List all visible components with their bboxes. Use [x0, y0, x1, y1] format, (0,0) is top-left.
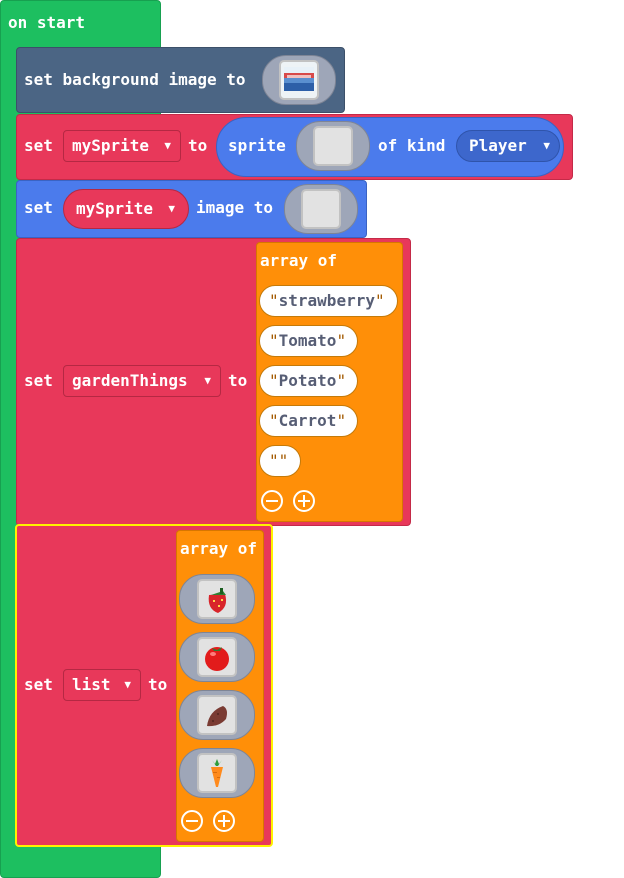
carrot-icon	[197, 753, 237, 793]
chevron-down-icon: ▼	[124, 678, 131, 691]
chevron-down-icon: ▼	[168, 202, 175, 215]
set-background-image-label: set background image to	[24, 70, 246, 89]
variable-name: list	[72, 675, 111, 694]
sprite-keyword: sprite	[228, 136, 286, 155]
string-item[interactable]: "Tomato"	[259, 325, 358, 357]
sprite-variable-dropdown[interactable]: mySprite ▼	[63, 189, 189, 229]
string-item[interactable]: "Potato"	[259, 365, 358, 397]
variable-name: mySprite	[72, 136, 150, 155]
array-of-label: array of	[180, 539, 258, 558]
kind-dropdown[interactable]: Player ▼	[456, 130, 560, 162]
string-value: Potato	[278, 371, 337, 390]
string-value: strawberry	[278, 291, 375, 310]
variable-dropdown-mysprite[interactable]: mySprite ▼	[63, 130, 181, 162]
array-of-label: array of	[260, 251, 338, 270]
string-value: Tomato	[278, 331, 337, 350]
variable-dropdown-gardenthings[interactable]: gardenThings ▼	[63, 365, 221, 397]
tomato-icon	[197, 637, 237, 677]
set-keyword: set	[24, 371, 53, 390]
set-keyword: set	[24, 675, 53, 694]
kind-value: Player	[469, 136, 527, 155]
to-keyword: to	[188, 136, 208, 155]
on-start-label: on start	[8, 13, 86, 32]
add-item-icon[interactable]	[293, 490, 315, 512]
image-thumbnail-icon	[279, 60, 319, 100]
string-item-empty[interactable]: ""	[259, 445, 301, 477]
image-item[interactable]	[179, 632, 255, 682]
background-image-picker[interactable]	[262, 55, 336, 105]
set-keyword: set	[24, 198, 53, 217]
string-value: Carrot	[278, 411, 337, 430]
image-item[interactable]	[179, 748, 255, 798]
variable-name: mySprite	[76, 199, 154, 218]
sprite-image-picker[interactable]	[284, 184, 358, 234]
strawberry-icon	[197, 579, 237, 619]
empty-image-icon	[301, 189, 341, 229]
to-keyword: to	[148, 675, 168, 694]
chevron-down-icon: ▼	[164, 139, 171, 152]
sprite-image-picker[interactable]	[296, 121, 370, 171]
to-keyword: to	[228, 371, 248, 390]
set-keyword: set	[24, 136, 53, 155]
empty-image-icon	[313, 126, 353, 166]
chevron-down-icon: ▼	[204, 374, 211, 387]
image-item[interactable]	[179, 690, 255, 740]
variable-dropdown-list[interactable]: list ▼	[63, 669, 141, 701]
remove-item-icon[interactable]	[181, 810, 203, 832]
image-to-keyword: image to	[196, 198, 274, 217]
string-item[interactable]: "strawberry"	[259, 285, 398, 317]
potato-icon	[197, 695, 237, 735]
add-item-icon[interactable]	[213, 810, 235, 832]
variable-name: gardenThings	[72, 371, 188, 390]
remove-item-icon[interactable]	[261, 490, 283, 512]
string-item[interactable]: "Carrot"	[259, 405, 358, 437]
image-item[interactable]	[179, 574, 255, 624]
chevron-down-icon: ▼	[543, 139, 550, 152]
of-kind-keyword: of kind	[378, 136, 446, 155]
